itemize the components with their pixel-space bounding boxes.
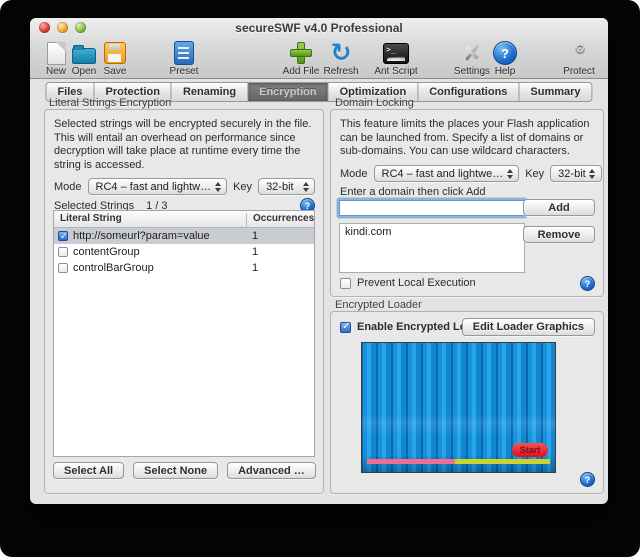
minimize-button[interactable]: [57, 22, 68, 33]
zoom-button[interactable]: [75, 22, 86, 33]
domain-input[interactable]: [339, 200, 525, 216]
gear-icon: ⚙: [574, 42, 586, 57]
row-occurrences: 1: [252, 262, 258, 274]
table-row[interactable]: ✓ http://someurl?param=value 1: [54, 228, 314, 244]
enter-domain-label: Enter a domain then click Add: [340, 186, 486, 198]
domain-locking-description: This feature limits the places your Flas…: [340, 118, 594, 159]
row-checkbox[interactable]: ✓: [58, 263, 68, 273]
domain-help-icon[interactable]: ?: [580, 276, 595, 291]
key-label: Key: [525, 168, 544, 180]
domain-list[interactable]: kindi.com: [339, 223, 525, 273]
column-literal-string: Literal String: [60, 213, 122, 224]
row-string: contentGroup: [73, 246, 140, 258]
window-chrome: secureSWF v4.0 Professional New Open Sav…: [30, 18, 608, 79]
select-none-button[interactable]: Select None: [133, 462, 218, 479]
literal-strings-groupbox: Selected strings will be encrypted secur…: [44, 109, 324, 494]
tab-configurations[interactable]: Configurations: [418, 82, 519, 102]
row-string: controlBarGroup: [73, 262, 154, 274]
tab-summary[interactable]: Summary: [519, 82, 592, 102]
toolbar-help-button[interactable]: ? Help: [477, 39, 533, 77]
row-checkbox[interactable]: ✓: [58, 247, 68, 257]
enable-encrypted-loader-checkbox[interactable]: ✓: [340, 322, 351, 333]
progress-segment-yellow: [455, 459, 550, 464]
close-button[interactable]: [39, 22, 50, 33]
literal-strings-table[interactable]: Literal String Occurrences ✓ http://some…: [53, 210, 315, 457]
preset-list-icon: [174, 41, 194, 65]
tab-encryption[interactable]: Encryption: [248, 82, 328, 102]
table-row[interactable]: ✓ contentGroup 1: [54, 244, 314, 260]
add-domain-button[interactable]: Add: [523, 199, 595, 216]
mode-label: Mode: [54, 181, 82, 193]
prevent-local-execution-checkbox[interactable]: ✓: [340, 278, 351, 289]
strings-mode-popup[interactable]: RC4 – fast and lightw…: [88, 178, 228, 195]
title-bar[interactable]: secureSWF v4.0 Professional: [30, 18, 608, 37]
toolbar-ant-script-button[interactable]: >_ Ant Script: [368, 39, 424, 77]
strings-key-popup[interactable]: 32-bit: [258, 178, 315, 195]
row-string: http://someurl?param=value: [73, 230, 210, 242]
popup-arrows-icon: [586, 169, 601, 179]
window-title: secureSWF v4.0 Professional: [90, 21, 548, 35]
loader-preview-image: Start: [361, 342, 556, 473]
traffic-lights: [39, 22, 86, 33]
progress-segment-pink: [367, 459, 455, 464]
advanced-button[interactable]: Advanced …: [227, 462, 316, 479]
save-floppy-icon: [104, 42, 126, 64]
toolbar-preset-button[interactable]: Preset: [156, 39, 212, 77]
add-plus-icon: [290, 42, 312, 64]
popup-arrows-icon: [211, 182, 226, 192]
app-window: secureSWF v4.0 Professional New Open Sav…: [30, 18, 608, 504]
edit-loader-graphics-button[interactable]: Edit Loader Graphics: [462, 318, 595, 336]
domain-mode-popup[interactable]: RC4 – fast and lightwe…: [374, 165, 520, 182]
domain-locking-group-title: Domain Locking: [335, 97, 414, 109]
popup-arrows-icon: [299, 182, 314, 192]
toolbar-refresh-button[interactable]: ↻ Refresh: [313, 39, 369, 77]
select-all-button[interactable]: Select All: [53, 462, 124, 479]
key-label: Key: [233, 181, 252, 193]
terminal-icon: >_: [383, 43, 409, 64]
toolbar-protect-button[interactable]: ⚙ Protect: [551, 39, 607, 77]
tab-renaming[interactable]: Renaming: [172, 82, 248, 102]
literal-strings-description: Selected strings will be encrypted secur…: [54, 118, 312, 172]
screenshot-stage: secureSWF v4.0 Professional New Open Sav…: [0, 0, 640, 557]
row-occurrences: 1: [252, 230, 258, 242]
domain-locking-groupbox: This feature limits the places your Flas…: [330, 109, 604, 297]
loader-progress-bar: [367, 459, 550, 464]
row-occurrences: 1: [252, 246, 258, 258]
toolbar-save-button[interactable]: Save: [87, 39, 143, 77]
domain-list-item[interactable]: kindi.com: [340, 224, 524, 240]
help-question-icon: ?: [493, 41, 517, 65]
table-row[interactable]: ✓ controlBarGroup 1: [54, 260, 314, 276]
prevent-local-execution-label: Prevent Local Execution: [357, 277, 476, 289]
encrypted-loader-groupbox: ✓ Enable Encrypted Loader Edit Loader Gr…: [330, 311, 604, 494]
loader-help-icon[interactable]: ?: [580, 472, 595, 487]
row-checkbox[interactable]: ✓: [58, 231, 68, 241]
mode-label: Mode: [340, 168, 368, 180]
popup-arrows-icon: [503, 169, 518, 179]
refresh-icon: ↻: [331, 41, 352, 65]
start-button-preview: Start: [512, 443, 548, 457]
literal-strings-group-title: Literal Strings Encryption: [49, 97, 171, 109]
remove-domain-button[interactable]: Remove: [523, 226, 595, 243]
column-occurrences: Occurrences: [246, 213, 314, 227]
table-header: Literal String Occurrences: [54, 211, 314, 228]
domain-key-popup[interactable]: 32-bit: [550, 165, 602, 182]
encrypted-loader-group-title: Encrypted Loader: [335, 299, 422, 311]
toolbar: New Open Save Preset Add File: [30, 37, 608, 78]
